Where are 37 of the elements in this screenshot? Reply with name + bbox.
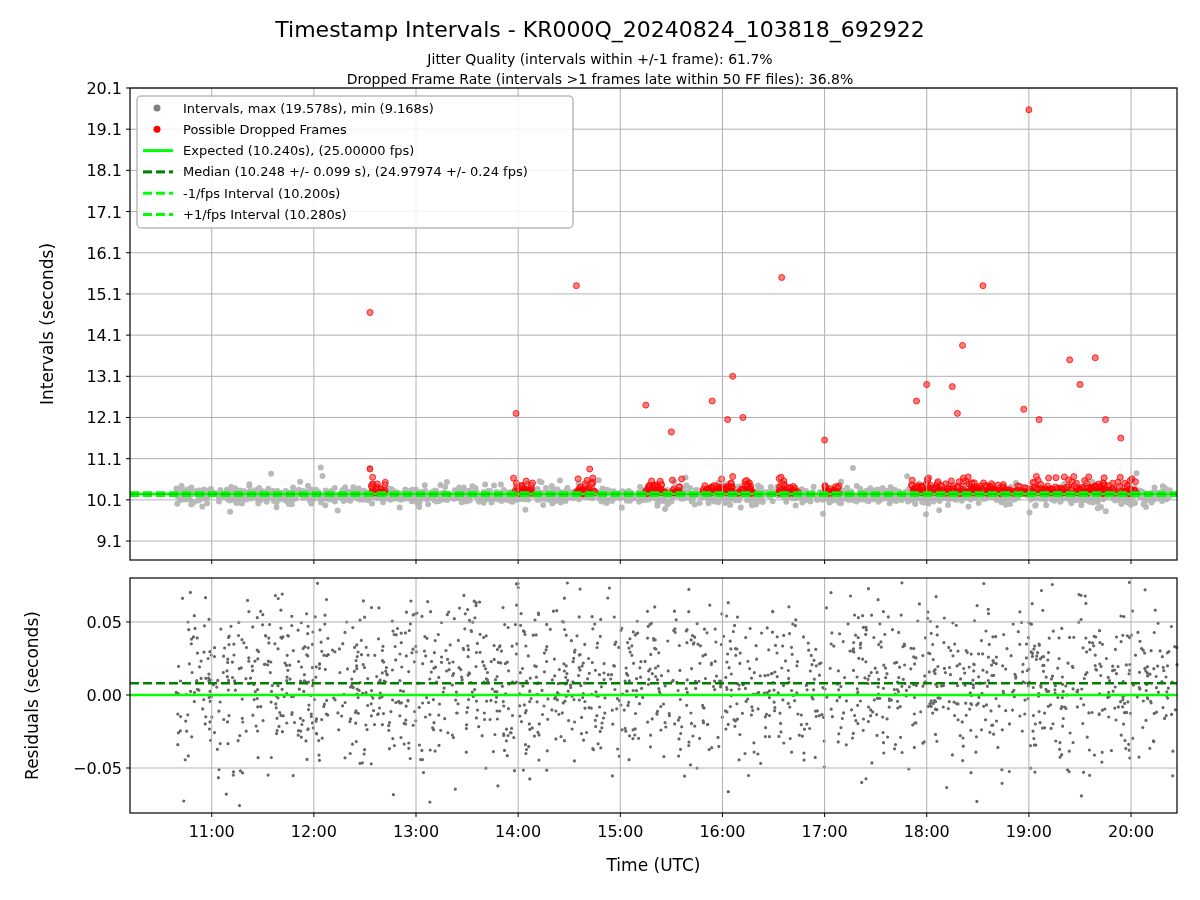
y-tick-label: 16.1: [86, 243, 122, 263]
x-axis-label: Time (UTC): [606, 855, 701, 875]
y-tick-label: 14.1: [86, 326, 122, 346]
chart-title: Timestamp Intervals - KR000Q_20240824_103818_692922: [275, 17, 925, 42]
x-tick-label: 17:00: [801, 822, 848, 841]
x-tick-label: 16:00: [699, 822, 746, 841]
y-tick-label: 18.1: [86, 161, 122, 181]
legend-label: -1/fps Interval (10.200s): [183, 185, 341, 201]
y-tick-label: 15.1: [86, 284, 122, 304]
legend-label: Possible Dropped Frames: [183, 121, 347, 137]
x-tick-label: 19:00: [1005, 822, 1052, 841]
y-tick-label: −0.05: [72, 759, 122, 778]
x-tick-label: 11:00: [188, 822, 235, 841]
x-tick-label: 12:00: [290, 822, 337, 841]
chart-subtitle: Dropped Frame Rate (intervals >1 frames late within 50 FF files): 36.8%: [346, 71, 854, 87]
y-axis-label: Intervals (seconds): [37, 242, 57, 406]
y-tick-label: 9.1: [96, 532, 122, 552]
chart-subtitle: Jitter Quality (intervals within +/-1 frame): 61.7%: [427, 51, 773, 67]
legend-label: Intervals, max (19.578s), min (9.168s): [183, 100, 434, 116]
x-tick-label: 13:00: [392, 822, 440, 841]
y-tick-label: 0.00: [86, 686, 122, 705]
y-tick-label: 19.1: [86, 120, 122, 140]
legend-label: +1/fps Interval (10.280s): [183, 207, 347, 222]
y-tick-label: 17.1: [86, 202, 122, 222]
legend-label: Median (10.248 +/- 0.099 s), (24.97974 +/- 0.24 fps): [183, 164, 528, 180]
x-tick-label: 14:00: [495, 822, 542, 841]
legend-label: Expected (10.240s), (25.00000 fps): [183, 143, 415, 159]
y-tick-label: 12.1: [86, 408, 122, 428]
y-tick-label: 11.1: [86, 449, 122, 469]
x-tick-label: 15:00: [597, 822, 644, 841]
y-tick-label: 10.1: [86, 490, 122, 510]
y-tick-label: 0.05: [86, 612, 122, 632]
x-tick-label: 20:00: [1108, 822, 1155, 841]
y-tick-label: 20.1: [86, 79, 122, 98]
y-tick-label: 13.1: [86, 367, 122, 387]
x-tick-label: 18:00: [903, 822, 950, 841]
y-axis-label: Residuals (seconds): [22, 611, 42, 780]
